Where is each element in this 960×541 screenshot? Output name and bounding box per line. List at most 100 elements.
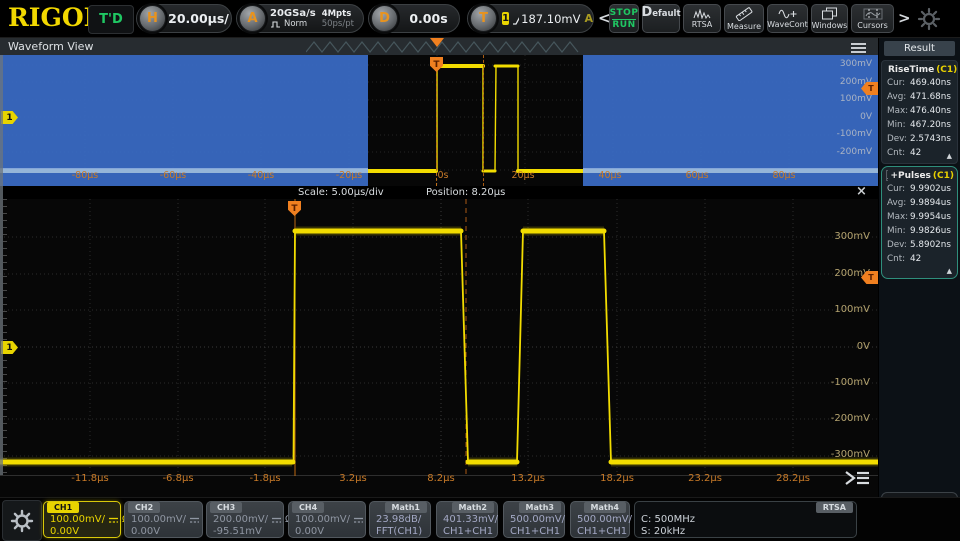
collapse-arrow-icon[interactable]: ▲ xyxy=(947,267,952,275)
overview-y-label: -100mV xyxy=(820,129,872,139)
bottom-channel-bar: CH1 100.00mV/ Ω 0.00V CH2 100.00mV/ 0.00… xyxy=(0,497,960,541)
channel-tab: CH3 xyxy=(210,502,242,513)
acquire-knob[interactable]: A xyxy=(239,5,266,32)
overview-plot-area[interactable]: -80μs -60μs -40μs -20μs 0s 20μs 40μs 60μ… xyxy=(0,55,878,186)
result-panel: Result RiseTime (C1) Cur:469.40ns Avg:47… xyxy=(879,38,960,540)
overview-trigger-line xyxy=(436,71,437,186)
rtsa-box[interactable]: RTSA C: 500MHz S: 20kHz xyxy=(634,501,857,538)
trigger-section[interactable]: T 1 187.10mV A xyxy=(467,4,594,33)
overview-x-label: -60μs xyxy=(138,170,208,181)
cursors-button[interactable]: Cursors xyxy=(851,4,894,33)
math-expression: CH1+CH1 xyxy=(577,526,627,537)
math-box-math3[interactable]: Math3 500.00mV/ CH1+CH1 xyxy=(503,501,565,538)
cursors-label: Cursors xyxy=(857,21,887,30)
delay-knob[interactable]: D xyxy=(371,5,398,32)
trigger-knob[interactable]: T xyxy=(470,5,497,32)
math-scale: 23.98dB/ xyxy=(376,514,421,525)
timebase-scale: 20.00μs/ xyxy=(166,11,231,26)
overview-x-label: 80μs xyxy=(749,170,819,181)
channel-box-ch1[interactable]: CH1 100.00mV/ Ω 0.00V xyxy=(43,501,121,538)
overview-position-line xyxy=(483,55,484,186)
zoom-info-bar: Scale: 5.00μs/div Position: 8.20μs × xyxy=(0,186,878,199)
channel-offset: 0.00V xyxy=(50,526,79,537)
channel-tab: CH2 xyxy=(128,502,160,513)
channel-box-ch3[interactable]: CH3 200.00mV/ Ω -95.51mV xyxy=(206,501,284,538)
stat-label: Max: xyxy=(887,106,910,116)
delay-section[interactable]: D 0.00s xyxy=(368,4,460,33)
ruler-icon xyxy=(734,7,754,21)
windows-button[interactable]: Windows xyxy=(811,4,848,33)
overview-y-label: 0V xyxy=(820,112,872,122)
acquire-mode: Norm xyxy=(284,19,307,29)
horizontal-knob[interactable]: H xyxy=(139,5,166,32)
overview-x-label: 60μs xyxy=(662,170,732,181)
math-expression: FFT(CH1) xyxy=(376,526,422,537)
overview-x-label: -40μs xyxy=(226,170,296,181)
channel-scale: 100.00mV/ xyxy=(131,514,186,525)
gear-icon xyxy=(8,507,36,535)
default-label-d: D xyxy=(641,5,652,20)
stat-value: 9.9894us xyxy=(910,198,951,208)
overview-x-label: -80μs xyxy=(50,170,120,181)
dc-coupling-icon xyxy=(189,516,200,524)
windows-icon xyxy=(821,7,838,20)
channel-offset: 0.00V xyxy=(131,526,160,537)
stat-label: Min: xyxy=(887,226,910,236)
collapse-arrow-icon[interactable]: ▲ xyxy=(947,152,952,160)
math-box-math1[interactable]: Math1 23.98dB/ FFT(CH1) xyxy=(369,501,431,538)
rtsa-tab: RTSA xyxy=(816,502,853,513)
stat-value: 42 xyxy=(910,254,921,264)
default-label-rest: efault xyxy=(652,9,680,19)
measure-button[interactable]: Measure xyxy=(724,4,764,33)
zoom-position-text: Position: 8.20μs xyxy=(426,187,505,198)
plot-menu-icon[interactable] xyxy=(843,469,871,487)
channel-offset: -95.51mV xyxy=(213,526,262,537)
close-zoom-icon[interactable]: × xyxy=(856,184,867,199)
acquire-section[interactable]: A 20GSa/s Norm 4Mpts 50ps/pt xyxy=(236,4,364,33)
trigger-position-pointer[interactable] xyxy=(430,38,444,47)
main-y-label: -200mV xyxy=(818,413,870,424)
toolbar-next-arrow[interactable]: > xyxy=(898,9,911,27)
main-x-label: 8.2μs xyxy=(406,473,476,484)
main-x-label: 28.2μs xyxy=(758,473,828,484)
windows-label: Windows xyxy=(812,21,848,30)
stop-run-button[interactable]: STOP RUN xyxy=(609,4,639,33)
wavecont-button[interactable]: WaveCont xyxy=(767,4,808,33)
main-x-label: 18.2μs xyxy=(582,473,652,484)
rising-edge-icon xyxy=(511,10,519,27)
math-expression: CH1+CH1 xyxy=(510,526,560,537)
result-panel-title: Result xyxy=(884,41,955,56)
stat-label: Dev: xyxy=(887,240,910,250)
stop-label: STOP xyxy=(610,8,639,18)
waveform-menu-icon[interactable] xyxy=(851,41,866,55)
acquisition-preview-strip[interactable] xyxy=(306,39,846,54)
overview-x-label: -20μs xyxy=(314,170,384,181)
wavecont-label: WaveCont xyxy=(767,20,808,29)
main-y-label: 100mV xyxy=(818,304,870,315)
main-x-label: 13.2μs xyxy=(493,473,563,484)
overview-y-label: 300mV xyxy=(820,59,872,69)
math-tab: Math3 xyxy=(519,502,561,513)
overview-x-label: 20μs xyxy=(488,170,558,181)
default-button[interactable]: D efault xyxy=(642,4,680,33)
stat-label: Cur: xyxy=(887,184,910,194)
rtsa-button[interactable]: RTSA xyxy=(683,4,721,33)
channel-box-ch2[interactable]: CH2 100.00mV/ 0.00V xyxy=(124,501,203,538)
channel-tab: CH4 xyxy=(292,502,324,513)
horizontal-section[interactable]: H 20.00μs/ xyxy=(136,4,232,33)
measurement-card-pulses[interactable]: +Pulses (C1) Cur:9.9902us Avg:9.9894us M… xyxy=(881,166,958,279)
stat-value: 9.9954us xyxy=(910,212,951,222)
channel-box-ch4[interactable]: CH4 100.00mV/ 0.00V xyxy=(288,501,366,538)
overview-x-label: 0s xyxy=(408,170,478,181)
measurement-card-risetime[interactable]: RiseTime (C1) Cur:469.40ns Avg:471.68ns … xyxy=(881,60,958,164)
stat-value: 471.68ns xyxy=(910,92,951,102)
math-box-math2[interactable]: Math2 401.33mV/ CH1+CH1 xyxy=(436,501,498,538)
math-tab: Math4 xyxy=(584,502,626,513)
math-box-math4[interactable]: Math4 500.00mV/ CH1+CH1 xyxy=(570,501,630,538)
overview-y-label: -200mV xyxy=(820,147,872,157)
run-label: RUN xyxy=(612,19,635,30)
channel-settings-button[interactable] xyxy=(2,500,42,541)
main-plot-area[interactable]: 300mV 200mV 100mV 0V -100mV -200mV -300m… xyxy=(0,199,878,497)
channel-tab: CH1 xyxy=(47,502,79,513)
settings-gear-icon[interactable] xyxy=(915,5,943,33)
